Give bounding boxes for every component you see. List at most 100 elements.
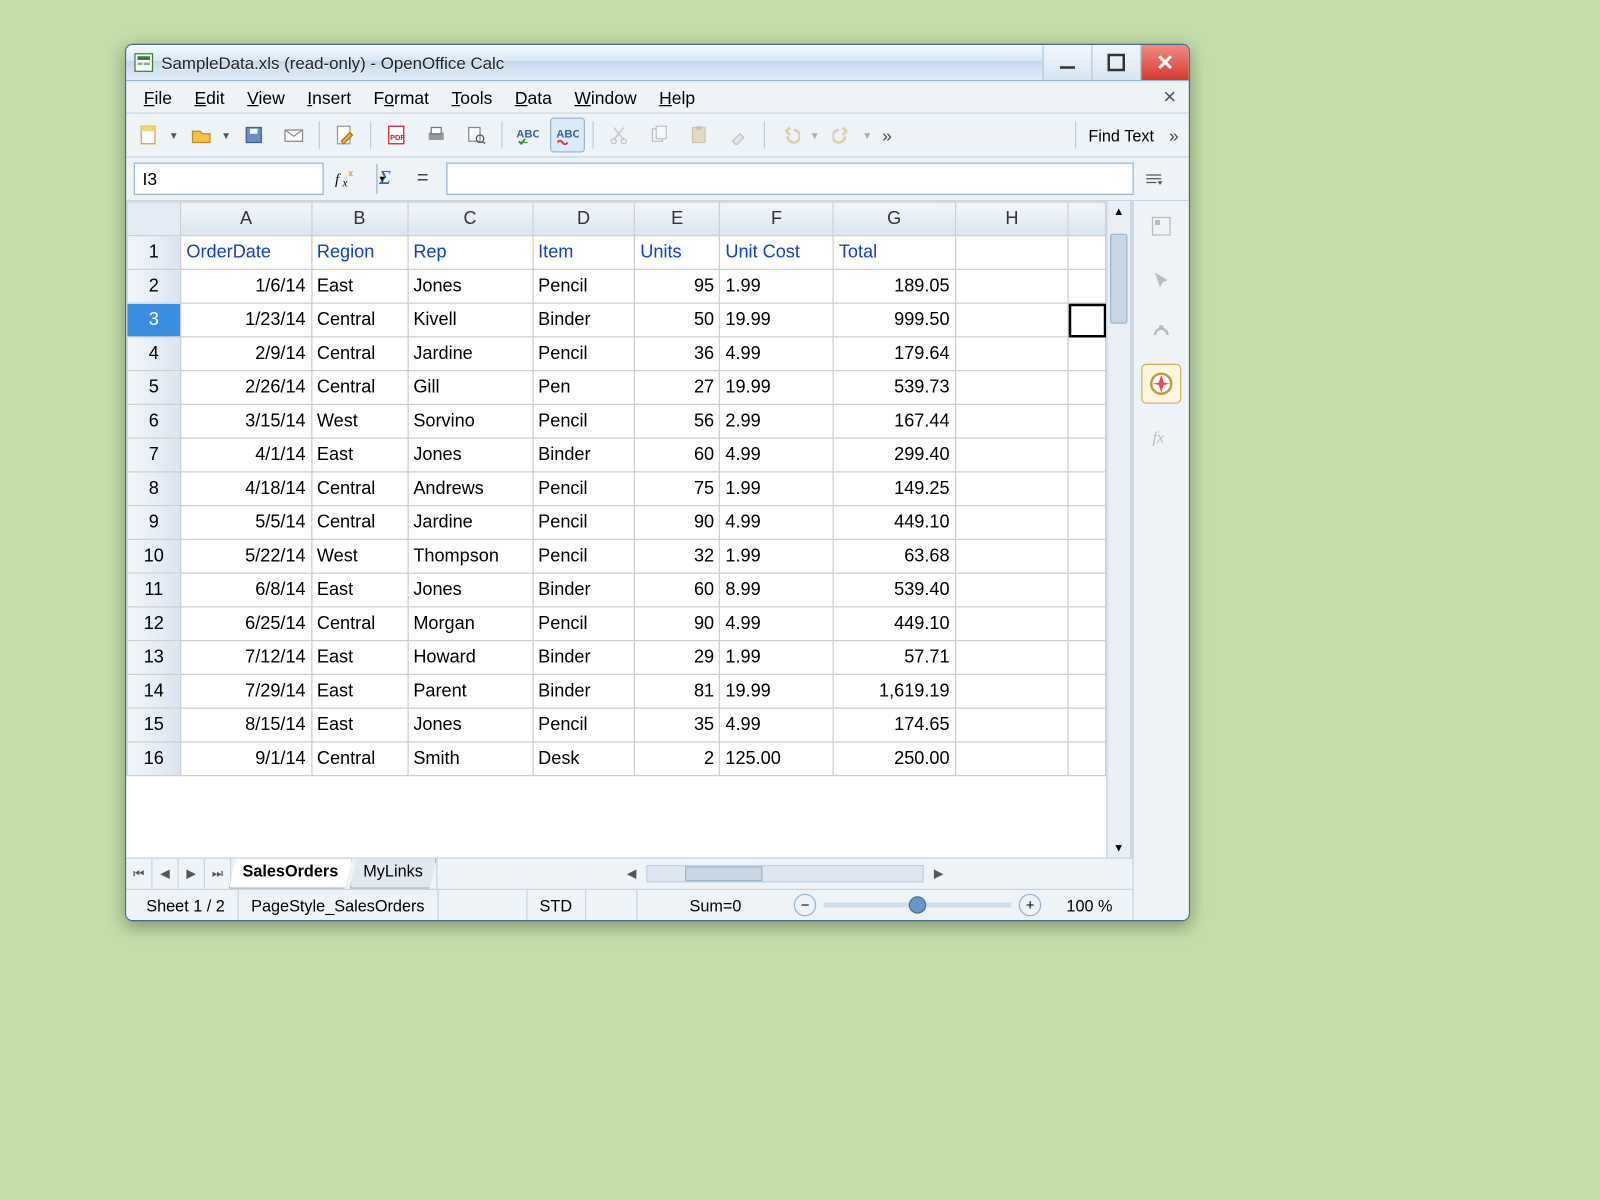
sidebar-navigator-icon[interactable] [1141,364,1181,404]
function-wizard-button[interactable]: fx [334,169,362,189]
cell-C6[interactable]: Sorvino [408,404,533,438]
cell-G7[interactable]: 299.40 [833,438,955,472]
cell-E7[interactable]: 60 [635,438,720,472]
cell-F12[interactable]: 4.99 [720,607,833,641]
cell-H13[interactable] [955,641,1068,675]
open-button[interactable] [184,118,219,153]
cell-D13[interactable]: Binder [533,641,635,675]
paste-button[interactable] [681,118,716,153]
edit-file-button[interactable] [327,118,362,153]
cell-A5[interactable]: 2/26/14 [181,371,311,405]
cell-E15[interactable]: 35 [635,708,720,742]
menu-format[interactable]: Format [364,84,439,109]
cell-A10[interactable]: 5/22/14 [181,539,311,573]
function-equals-button[interactable]: = [409,168,437,191]
cell-C4[interactable]: Jardine [408,337,533,371]
export-pdf-button[interactable]: PDF [379,118,414,153]
new-document-button[interactable] [131,118,166,153]
cell-B2[interactable]: East [311,269,407,303]
cell-D14[interactable]: Binder [533,674,635,708]
cell-A15[interactable]: 8/15/14 [181,708,311,742]
print-preview-button[interactable] [459,118,494,153]
cell-E16[interactable]: 2 [635,742,720,776]
row-header-13[interactable]: 13 [127,641,181,675]
sheet-tab-salesorders[interactable]: SalesOrders [229,859,352,889]
cell-D8[interactable]: Pencil [533,472,635,506]
cell-G8[interactable]: 149.25 [833,472,955,506]
cell-A8[interactable]: 4/18/14 [181,472,311,506]
cell-D6[interactable]: Pencil [533,404,635,438]
close-button[interactable]: ✕ [1140,45,1189,80]
format-paintbrush-button[interactable] [721,118,756,153]
cell-E3[interactable]: 50 [635,303,720,337]
cell-H4[interactable] [955,337,1068,371]
cell-A3[interactable]: 1/23/14 [181,303,311,337]
cell-B3[interactable]: Central [311,303,407,337]
cell-H3[interactable] [955,303,1068,337]
cell-H1[interactable] [955,236,1068,270]
cell-H11[interactable] [955,573,1068,607]
cell-C16[interactable]: Smith [408,742,533,776]
vertical-scrollbar[interactable]: ▲ ▼ [1106,201,1131,857]
cell-D9[interactable]: Pencil [533,506,635,540]
cell-I10[interactable] [1069,539,1106,573]
print-button[interactable] [419,118,454,153]
cell-F15[interactable]: 4.99 [720,708,833,742]
row-header-5[interactable]: 5 [127,371,181,405]
cell-G5[interactable]: 539.73 [833,371,955,405]
hscroll-left[interactable]: ◀ [627,867,637,881]
cell-E9[interactable]: 90 [635,506,720,540]
zoom-in-button[interactable]: + [1019,894,1042,917]
cell-I9[interactable] [1069,506,1106,540]
cell-D4[interactable]: Pencil [533,337,635,371]
cell-G6[interactable]: 167.44 [833,404,955,438]
cell-C14[interactable]: Parent [408,674,533,708]
row-header-7[interactable]: 7 [127,438,181,472]
find-overflow-button[interactable]: » [1164,125,1184,145]
cell-C13[interactable]: Howard [408,641,533,675]
cell-I14[interactable] [1069,674,1106,708]
cell-C2[interactable]: Jones [408,269,533,303]
cell-G3[interactable]: 999.50 [833,303,955,337]
cell-D5[interactable]: Pen [533,371,635,405]
cell-A16[interactable]: 9/1/14 [181,742,311,776]
zoom-out-button[interactable]: − [794,894,817,917]
cell-H12[interactable] [955,607,1068,641]
tab-nav-prev[interactable]: ◀ [153,859,179,889]
sheet-tab-mylinks[interactable]: MyLinks [350,859,437,889]
scroll-up-arrow[interactable]: ▲ [1108,201,1131,221]
new-document-dropdown[interactable]: ▼ [169,129,179,140]
status-sum[interactable]: Sum=0 [637,890,794,920]
cell-A12[interactable]: 6/25/14 [181,607,311,641]
cell-C9[interactable]: Jardine [408,506,533,540]
cell-G11[interactable]: 539.40 [833,573,955,607]
cell-C8[interactable]: Andrews [408,472,533,506]
cell-G10[interactable]: 63.68 [833,539,955,573]
col-header-F[interactable]: F [720,202,833,236]
cell-E13[interactable]: 29 [635,641,720,675]
row-header-6[interactable]: 6 [127,404,181,438]
cell-F6[interactable]: 2.99 [720,404,833,438]
cell-F2[interactable]: 1.99 [720,269,833,303]
cell-D2[interactable]: Pencil [533,269,635,303]
menu-insert[interactable]: Insert [297,84,361,109]
open-dropdown[interactable]: ▼ [221,129,231,140]
cell-H2[interactable] [955,269,1068,303]
cell-H5[interactable] [955,371,1068,405]
cell-F5[interactable]: 19.99 [720,371,833,405]
cell-B1[interactable]: Region [311,236,407,270]
row-header-8[interactable]: 8 [127,472,181,506]
name-box[interactable]: ▼ [134,163,324,196]
cell-C5[interactable]: Gill [408,371,533,405]
cell-G14[interactable]: 1,619.19 [833,674,955,708]
cell-G15[interactable]: 174.65 [833,708,955,742]
cell-B7[interactable]: East [311,438,407,472]
cell-B12[interactable]: Central [311,607,407,641]
maximize-button[interactable] [1091,45,1140,80]
cell-B13[interactable]: East [311,641,407,675]
cell-D15[interactable]: Pencil [533,708,635,742]
cell-I4[interactable] [1069,337,1106,371]
cell-E8[interactable]: 75 [635,472,720,506]
cell-B9[interactable]: Central [311,506,407,540]
menu-window[interactable]: Window [564,84,646,109]
